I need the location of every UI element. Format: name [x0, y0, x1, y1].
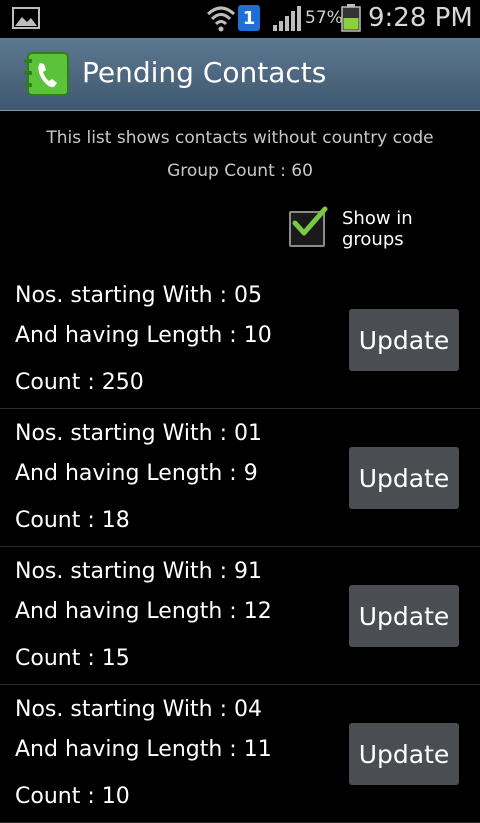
action-bar: Pending Contacts: [0, 38, 480, 111]
show-in-groups-checkbox[interactable]: [289, 206, 328, 247]
notification-badge: 1: [238, 5, 260, 31]
length-text: And having Length : 12: [15, 599, 272, 624]
count-text: Count : 18: [15, 508, 130, 533]
update-button[interactable]: Update: [349, 447, 459, 509]
update-button[interactable]: Update: [349, 585, 459, 647]
show-in-groups-label[interactable]: Show in groups: [342, 208, 480, 250]
list-item: Nos. starting With : 05 And having Lengt…: [0, 271, 480, 409]
battery-icon: [341, 4, 361, 32]
wifi-icon: [206, 6, 236, 32]
update-button[interactable]: Update: [349, 309, 459, 371]
battery-percentage: 57%: [305, 8, 343, 28]
group-count-text: Group Count : 60: [167, 161, 313, 181]
starting-with-text: Nos. starting With : 01: [15, 421, 262, 446]
list-item: Nos. starting With : 01 And having Lengt…: [0, 409, 480, 547]
description-text: This list shows contacts without country…: [46, 128, 434, 148]
check-mark-icon: [292, 206, 328, 236]
contact-group-list: Nos. starting With : 05 And having Lengt…: [0, 271, 480, 823]
count-text: Count : 15: [15, 646, 130, 671]
signal-strength-icon: [273, 6, 301, 31]
status-clock: 9:28 PM: [368, 3, 473, 33]
count-text: Count : 250: [15, 370, 144, 395]
starting-with-text: Nos. starting With : 05: [15, 283, 262, 308]
gallery-notification-icon: [12, 7, 40, 29]
update-button[interactable]: Update: [349, 723, 459, 785]
show-in-groups-toggle[interactable]: Show in groups: [289, 206, 480, 250]
list-item: Nos. starting With : 91 And having Lengt…: [0, 547, 480, 685]
status-bar: 1 57% 9:28 PM: [0, 0, 480, 38]
count-text: Count : 10: [15, 784, 130, 809]
length-text: And having Length : 11: [15, 737, 272, 762]
length-text: And having Length : 9: [15, 461, 258, 486]
starting-with-text: Nos. starting With : 04: [15, 697, 262, 722]
length-text: And having Length : 10: [15, 323, 272, 348]
page-title: Pending Contacts: [82, 56, 327, 89]
phone-book-app-icon: [24, 52, 69, 96]
starting-with-text: Nos. starting With : 91: [15, 559, 262, 584]
list-item: Nos. starting With : 04 And having Lengt…: [0, 685, 480, 823]
